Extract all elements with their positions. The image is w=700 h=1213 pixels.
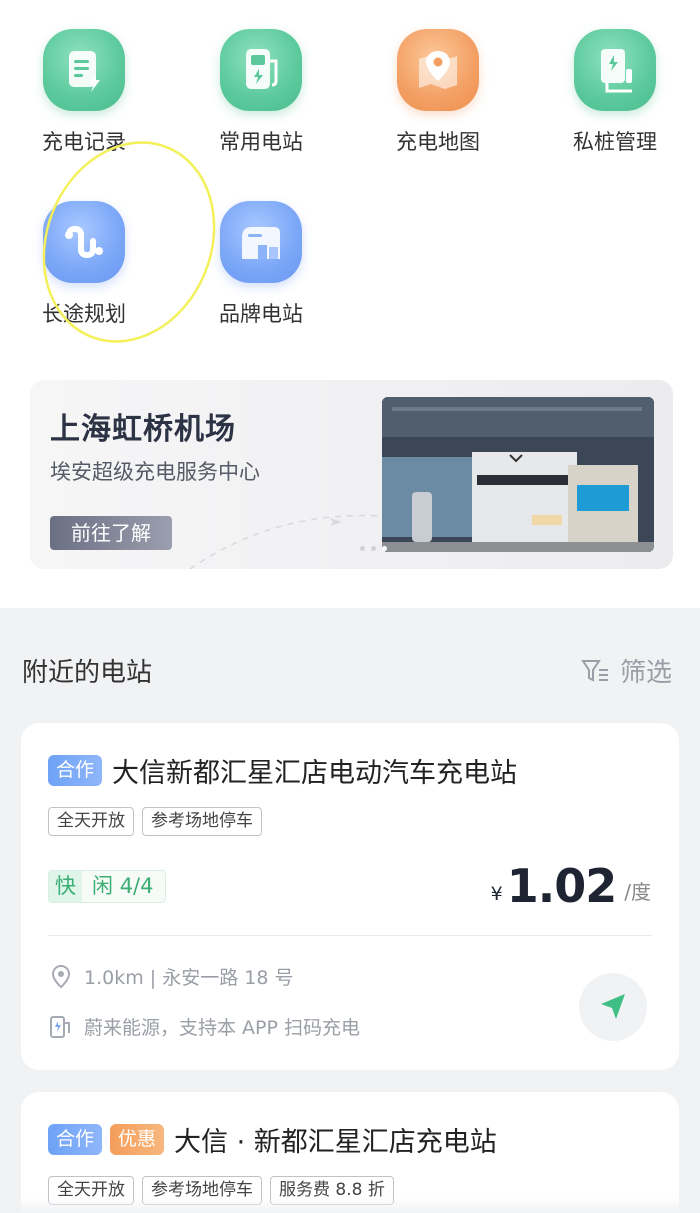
station-card[interactable]: 合作 大信新都汇星汇店电动汽车充电站 全天开放 参考场地停车 快 闲 4/4 ¥… <box>21 723 679 1070</box>
idle-count: 4/4 <box>119 874 154 898</box>
station-name: 大信 · 新都汇星汇店充电站 <box>174 1127 497 1158</box>
station-name: 大信新都汇星汇店电动汽车充电站 <box>112 758 518 789</box>
private-pile-icon <box>574 29 656 111</box>
currency-symbol: ¥ <box>490 883 503 905</box>
coop-tag: 合作 <box>48 755 103 786</box>
quick-access-panel: 充电记录 常用电站 充电地图 私桩管理 长途规划 品牌电站 上海虹桥机场 埃安超… <box>0 0 700 608</box>
charge-record-icon <box>43 29 125 111</box>
charge-map-label: 充电地图 <box>396 130 480 154</box>
filter-label: 筛选 <box>620 658 673 688</box>
charger-icon <box>50 1015 70 1038</box>
private-pile-label: 私桩管理 <box>573 130 657 154</box>
location-icon <box>51 964 71 988</box>
idle-label: 闲 <box>92 874 113 898</box>
availability-badge: 快 闲 4/4 <box>48 870 167 903</box>
address-row: 1.0km | 永安一路 18 号 <box>48 963 293 990</box>
coop-tag: 合作 <box>48 1124 103 1155</box>
banner-subtitle: 埃安超级充电服务中心 <box>50 460 260 484</box>
divider <box>48 935 652 936</box>
open-chip: 全天开放 <box>48 807 134 836</box>
filter-icon <box>581 659 608 682</box>
charging-station-icon <box>220 29 302 111</box>
grid-item-charge-map[interactable]: 充电地图 <box>373 29 503 156</box>
price-value: 1.02 <box>506 859 617 913</box>
price-unit: /度 <box>624 880 651 904</box>
brand-station-icon <box>220 201 302 283</box>
idle-info: 闲 4/4 <box>82 871 166 902</box>
distance-address: 1.0km | 永安一路 18 号 <box>84 967 294 989</box>
nearby-title: 附近的电站 <box>22 658 153 688</box>
operator-row: 蔚来能源，支持本 APP 扫码充电 <box>48 1013 360 1040</box>
yellow-annotation-circle <box>42 141 216 343</box>
operator-text: 蔚来能源，支持本 APP 扫码充电 <box>84 1017 360 1039</box>
promo-banner[interactable]: 上海虹桥机场 埃安超级充电服务中心 前往了解 <box>30 380 673 569</box>
price: ¥ 1.02 /度 <box>491 861 651 911</box>
bottom-fade <box>0 1198 700 1213</box>
parking-chip: 参考场地停车 <box>142 807 262 836</box>
navigation-arrow-icon <box>601 994 625 1019</box>
learn-more-button[interactable]: 前往了解 <box>50 516 172 550</box>
map-pin-icon <box>397 29 479 111</box>
fast-label: 快 <box>49 871 82 902</box>
carousel-dots <box>360 546 387 551</box>
grid-item-private-pile[interactable]: 私桩管理 <box>550 29 680 156</box>
filter-button[interactable]: 筛选 <box>580 652 672 689</box>
banner-photo <box>382 397 654 552</box>
navigate-button[interactable] <box>579 973 647 1041</box>
discount-tag: 优惠 <box>110 1124 165 1155</box>
banner-title: 上海虹桥机场 <box>50 412 236 447</box>
station-card[interactable]: 合作 优惠 大信 · 新都汇星汇店充电站 全天开放 参考场地停车 服务费 8.8… <box>21 1092 679 1213</box>
